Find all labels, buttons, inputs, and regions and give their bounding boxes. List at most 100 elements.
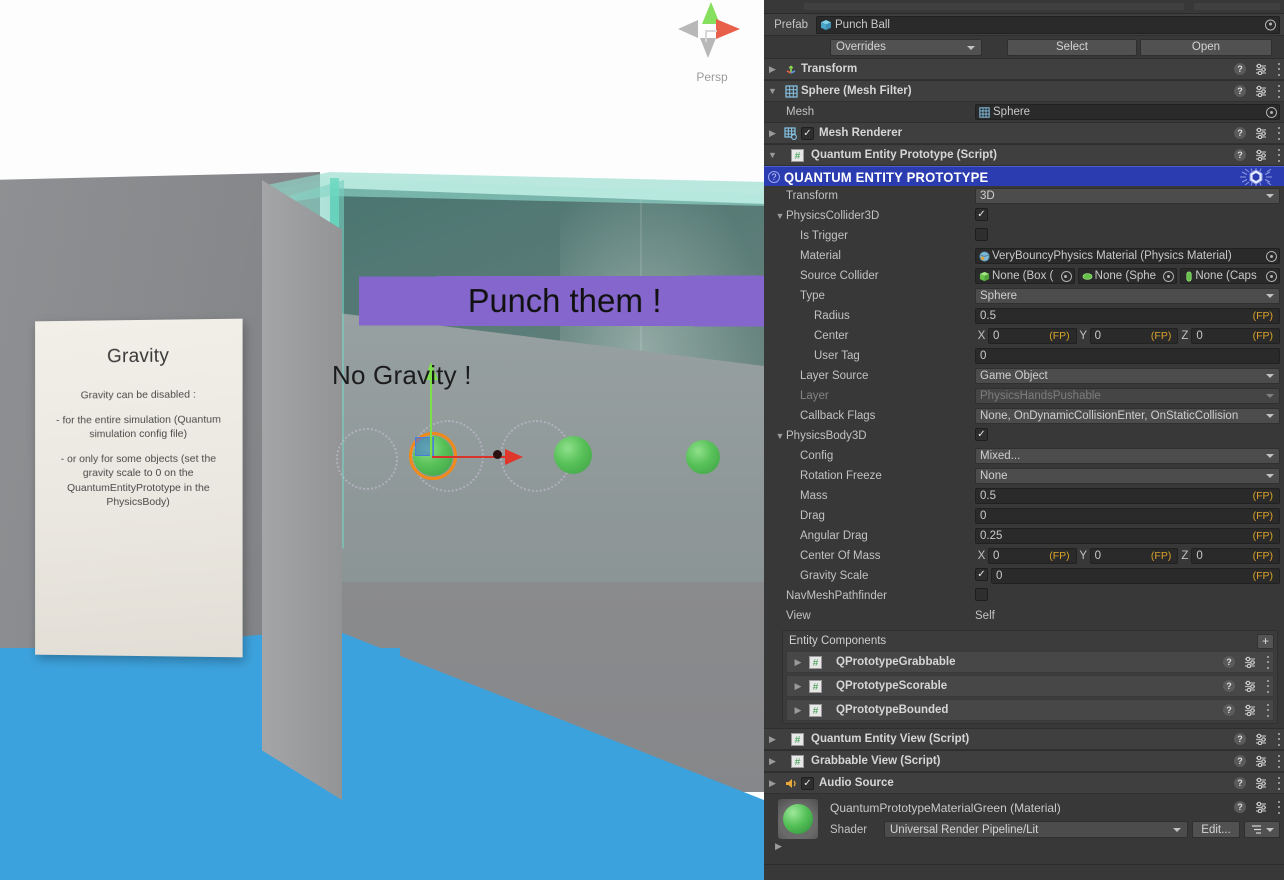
preset-icon[interactable] [1255, 63, 1268, 76]
more-options-kebab-icon[interactable] [1277, 148, 1280, 162]
source-collider-sphere-field[interactable]: None (Sphe [1077, 268, 1178, 284]
help-icon[interactable]: ? [1223, 656, 1235, 668]
shader-variants-button[interactable] [1244, 821, 1280, 838]
callback-flags-dropdown[interactable]: None, OnDynamicCollisionEnter, OnStaticC… [975, 408, 1280, 424]
preset-icon[interactable] [1255, 801, 1268, 814]
layer-source-dropdown[interactable]: Game Object [975, 368, 1280, 384]
user-tag-input[interactable]: 0 [975, 348, 1280, 364]
preset-icon[interactable] [1255, 755, 1268, 768]
more-options-kebab-icon[interactable] [1277, 800, 1280, 814]
component-header-quantum-entity-prototype[interactable]: ▼ # Quantum Entity Prototype (Script) ? [764, 144, 1284, 166]
is-trigger-checkbox[interactable] [975, 228, 988, 241]
transform-dropdown[interactable]: 3D [975, 188, 1280, 204]
prefab-object-picker-icon[interactable] [1265, 19, 1276, 30]
foldout-arrow-collapsed-icon[interactable]: ▶ [787, 705, 809, 716]
com-x-input[interactable]: 0 (FP) [988, 548, 1077, 564]
help-icon[interactable]: ? [1234, 777, 1246, 789]
com-z-input[interactable]: 0 (FP) [1191, 548, 1281, 564]
source-collider-capsule-picker-icon[interactable] [1266, 271, 1278, 282]
gravity-scale-input[interactable]: 0 (FP) [991, 568, 1280, 584]
center-x-input[interactable]: 0 (FP) [988, 328, 1077, 344]
physics-body-3d-checkbox[interactable]: ✓ [975, 428, 988, 441]
rotation-freeze-dropdown[interactable]: None [975, 468, 1280, 484]
component-header-mesh-filter[interactable]: ▼ Sphere (Mesh Filter) ? [764, 80, 1284, 102]
layer-source-control[interactable]: Game Object [975, 368, 1280, 384]
foldout-arrow-collapsed-icon[interactable]: ▶ [764, 128, 781, 139]
add-entity-component-button[interactable]: + [1257, 633, 1274, 649]
user-tag-control[interactable]: 0 [975, 348, 1280, 364]
foldout-arrow-collapsed-icon[interactable]: ▶ [764, 734, 781, 745]
config-control[interactable]: Mixed... [975, 448, 1280, 464]
more-options-kebab-icon[interactable] [1266, 679, 1269, 693]
material-object-field[interactable]: VeryBouncyPhysics Material (Physics Mate… [975, 248, 1280, 264]
material-control[interactable]: VeryBouncyPhysics Material (Physics Mate… [975, 248, 1280, 264]
physics-collider-3d-checkbox[interactable]: ✓ [975, 208, 988, 221]
foldout-arrow-expanded-icon[interactable]: ▼ [764, 150, 781, 160]
help-icon[interactable]: ? [1234, 801, 1246, 813]
component-header-mesh-renderer[interactable]: ▶ ✓ Mesh Renderer ? [764, 122, 1284, 144]
help-icon[interactable]: ? [1234, 755, 1246, 767]
is-trigger-control[interactable] [975, 228, 1280, 244]
more-options-kebab-icon[interactable] [1266, 703, 1269, 717]
edit-shader-button[interactable]: Edit... [1192, 821, 1240, 838]
gizmo-axis-left-grey-icon[interactable] [678, 20, 698, 38]
mesh-control[interactable]: Sphere [975, 104, 1280, 120]
preset-icon[interactable] [1255, 85, 1268, 98]
preset-icon[interactable] [1244, 656, 1257, 669]
help-icon[interactable]: ? [1234, 127, 1246, 139]
mass-input[interactable]: 0.5 (FP) [975, 488, 1280, 504]
preset-icon[interactable] [1255, 127, 1268, 140]
drag-input[interactable]: 0 (FP) [975, 508, 1280, 524]
callback-flags-control[interactable]: None, OnDynamicCollisionEnter, OnStaticC… [975, 408, 1280, 424]
component-header-grabbable-view[interactable]: ▶ # Grabbable View (Script) ? [764, 750, 1284, 772]
mesh-object-field[interactable]: Sphere [975, 104, 1280, 120]
angular-drag-control[interactable]: 0.25 (FP) [975, 528, 1280, 544]
gravity-scale-checkbox[interactable]: ✓ [975, 568, 988, 581]
component-header-transform[interactable]: ▶ Transform ? [764, 58, 1284, 80]
preset-icon[interactable] [1255, 777, 1268, 790]
source-collider-box-picker-icon[interactable] [1060, 271, 1072, 282]
type-dropdown[interactable]: Sphere [975, 288, 1280, 304]
center-y-input[interactable]: 0 (FP) [1089, 328, 1179, 344]
scene-view[interactable]: Punch them ! No Gravity ! Gravity Gravit… [0, 0, 764, 880]
help-icon[interactable]: ? [1234, 733, 1246, 745]
more-options-kebab-icon[interactable] [1277, 732, 1280, 746]
more-options-kebab-icon[interactable] [1277, 754, 1280, 768]
more-options-kebab-icon[interactable] [1277, 126, 1280, 140]
mass-control[interactable]: 0.5 (FP) [975, 488, 1280, 504]
gravity-scale-control[interactable]: ✓ 0 (FP) [975, 568, 1280, 584]
type-control[interactable]: Sphere [975, 288, 1280, 304]
foldout-arrow-collapsed-icon[interactable]: ▶ [764, 756, 781, 767]
more-options-kebab-icon[interactable] [1277, 62, 1280, 76]
entity-component-row[interactable]: ▶ # QPrototypeGrabbable ? [786, 651, 1274, 673]
radius-input[interactable]: 0.5 (FP) [975, 308, 1280, 324]
material-preview-thumbnail[interactable] [778, 799, 818, 839]
prefab-object-field[interactable]: Punch Ball [816, 15, 1280, 34]
angular-drag-input[interactable]: 0.25 (FP) [975, 528, 1280, 544]
center-of-mass-control[interactable]: X 0 (FP) Y 0 (FP) Z 0 (FP) [975, 548, 1281, 564]
source-collider-box-field[interactable]: None (Box ( [975, 268, 1075, 284]
more-options-kebab-icon[interactable] [1277, 84, 1280, 98]
foldout-arrow-collapsed-icon[interactable]: ▶ [764, 778, 781, 789]
center-z-input[interactable]: 0 (FP) [1191, 328, 1281, 344]
nav-mesh-pathfinder-checkbox[interactable] [975, 588, 988, 601]
help-icon[interactable]: ? [1234, 63, 1246, 75]
preset-icon[interactable] [1255, 733, 1268, 746]
help-icon[interactable]: ? [1234, 85, 1246, 97]
config-dropdown[interactable]: Mixed... [975, 448, 1280, 464]
transform-control[interactable]: 3D [975, 188, 1280, 204]
foldout-arrow-collapsed-icon[interactable]: ▶ [764, 64, 781, 75]
help-icon[interactable]: ? [1223, 680, 1235, 692]
more-options-kebab-icon[interactable] [1277, 776, 1280, 790]
foldout-arrow-expanded-icon[interactable]: ▼ [764, 86, 781, 96]
radius-control[interactable]: 0.5 (FP) [975, 308, 1280, 324]
preset-icon[interactable] [1244, 680, 1257, 693]
com-y-input[interactable]: 0 (FP) [1089, 548, 1179, 564]
component-header-audio-source[interactable]: ▶ ✓ Audio Source ? [764, 772, 1284, 794]
help-icon[interactable]: ? [1223, 704, 1235, 716]
preset-icon[interactable] [1244, 704, 1257, 717]
component-header-quantum-entity-view[interactable]: ▶ # Quantum Entity View (Script) ? [764, 728, 1284, 750]
drag-control[interactable]: 0 (FP) [975, 508, 1280, 524]
gizmo-x-arrow-icon[interactable] [505, 449, 523, 465]
entity-component-row[interactable]: ▶ # QPrototypeBounded ? [786, 699, 1274, 721]
